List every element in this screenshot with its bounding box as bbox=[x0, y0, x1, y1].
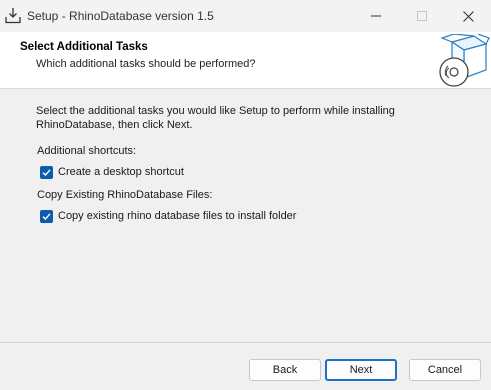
copy-existing-files-label: Copy Existing RhinoDatabase Files: bbox=[37, 189, 213, 201]
checkmark-icon bbox=[42, 168, 51, 176]
close-button[interactable] bbox=[445, 0, 491, 32]
minimize-button[interactable] bbox=[353, 0, 399, 32]
wizard-header: Select Additional Tasks Which additional… bbox=[0, 32, 491, 89]
desktop-shortcut-label: Create a desktop shortcut bbox=[58, 166, 184, 178]
maximize-icon bbox=[417, 11, 427, 21]
checkmark-icon bbox=[42, 212, 51, 220]
desktop-shortcut-task[interactable]: Create a desktop shortcut bbox=[40, 165, 184, 179]
copy-files-task[interactable]: Copy existing rhino database files to in… bbox=[40, 209, 296, 223]
cancel-button[interactable]: Cancel bbox=[409, 359, 481, 381]
installer-download-icon bbox=[5, 8, 21, 24]
title-bar: Setup - RhinoDatabase version 1.5 bbox=[0, 0, 491, 32]
page-title: Select Additional Tasks bbox=[20, 41, 148, 53]
maximize-button[interactable] bbox=[399, 0, 445, 32]
next-button[interactable]: Next bbox=[325, 359, 397, 381]
task-description: Select the additional tasks you would li… bbox=[36, 105, 395, 131]
footer-divider bbox=[0, 342, 491, 343]
additional-shortcuts-label: Additional shortcuts: bbox=[37, 145, 137, 157]
window-title: Setup - RhinoDatabase version 1.5 bbox=[27, 9, 214, 23]
desktop-shortcut-checkbox[interactable] bbox=[40, 165, 53, 179]
page-subtitle: Which additional tasks should be perform… bbox=[36, 58, 256, 70]
copy-files-checkbox[interactable] bbox=[40, 209, 53, 223]
close-icon bbox=[462, 10, 474, 22]
copy-files-label: Copy existing rhino database files to in… bbox=[58, 210, 297, 222]
package-disc-icon bbox=[439, 34, 490, 87]
minimize-icon bbox=[371, 15, 381, 17]
wizard-content: Select the additional tasks you would li… bbox=[0, 90, 491, 342]
back-button[interactable]: Back bbox=[249, 359, 321, 381]
